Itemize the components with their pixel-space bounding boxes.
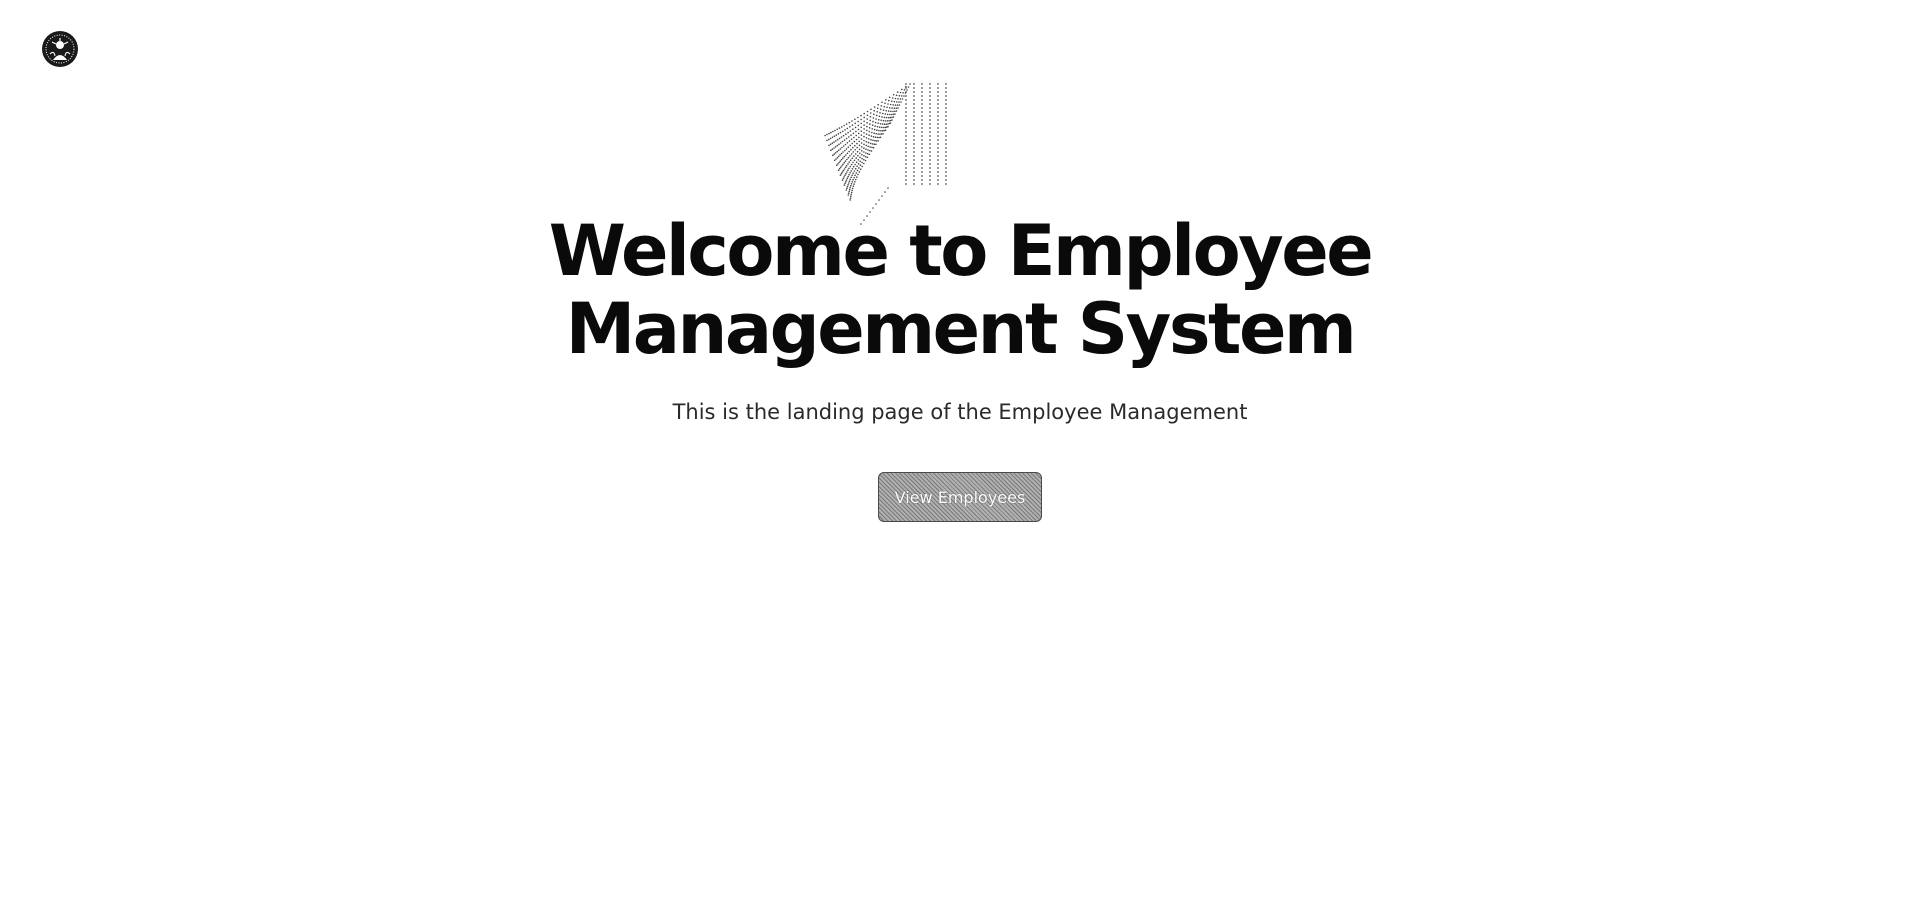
view-employees-button[interactable]: View Employees <box>878 472 1042 522</box>
landing-page: Welcome to Employee Management System Th… <box>0 0 1920 912</box>
dotted-wave-graphic <box>818 76 958 228</box>
page-title: Welcome to Employee Management System <box>548 210 1374 370</box>
page-subtitle: This is the landing page of the Employee… <box>672 400 1248 424</box>
siren-logo-icon[interactable] <box>41 30 79 68</box>
hero-section: Welcome to Employee Management System Th… <box>0 212 1920 522</box>
